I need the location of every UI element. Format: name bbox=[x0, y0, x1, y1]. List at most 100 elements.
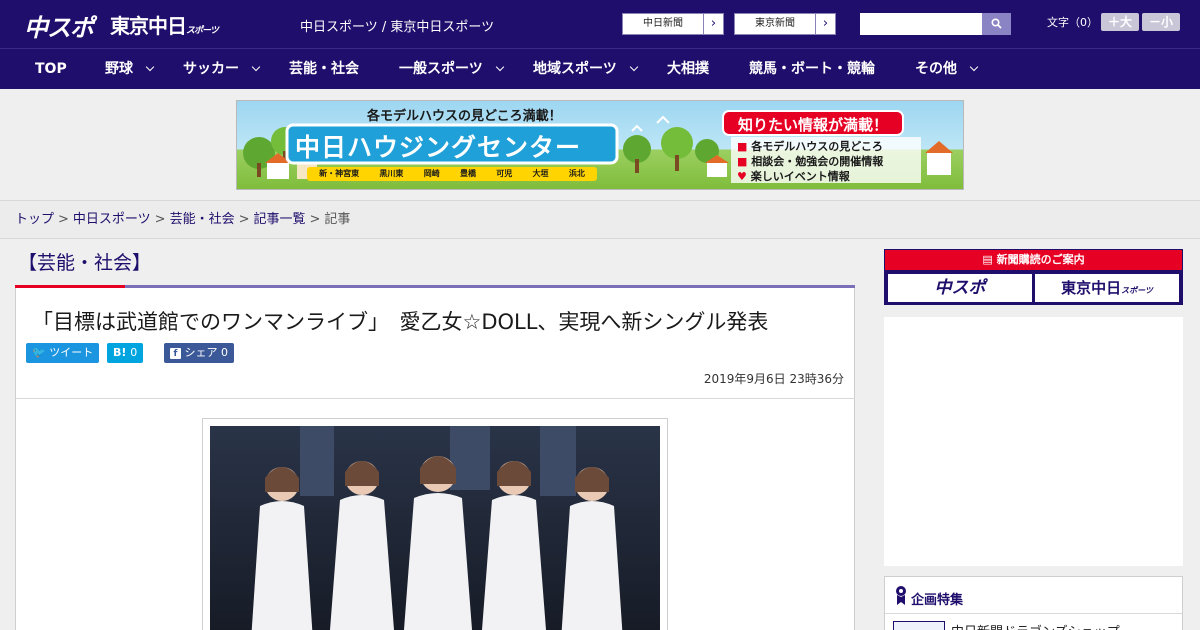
nav-item-sumo[interactable]: 大相撲 bbox=[667, 49, 709, 89]
ad-location: 新・神宮東 bbox=[319, 169, 360, 178]
breadcrumb-current: 記事 bbox=[324, 212, 351, 227]
breadcrumb-separator: > bbox=[238, 212, 250, 227]
category-heading: 【芸能・社会】 bbox=[18, 252, 152, 274]
article-photo-frame bbox=[202, 418, 668, 630]
ad-main-text: 中日ハウジングセンター bbox=[295, 133, 582, 162]
tokyo-chunichi-logo[interactable]: 東京中日スポーツ bbox=[110, 10, 219, 39]
main-nav: TOP 野球 サッカー 芸能・社会 一般スポーツ 地域スポーツ 大相撲 競馬・ボ… bbox=[0, 48, 1200, 89]
ad-bullet: ♥ 楽しいイベント情報 bbox=[737, 169, 883, 184]
subscribe-tokyo-chunichi-button[interactable]: 東京中日スポーツ bbox=[1035, 274, 1179, 302]
nav-item-local-sports[interactable]: 地域スポーツ bbox=[533, 49, 638, 89]
subscribe-tokyo-sub: スポーツ bbox=[1121, 286, 1153, 295]
tokyo-shimbun-link[interactable]: 東京新聞 › bbox=[734, 13, 836, 35]
ad-location: 浜北 bbox=[568, 169, 585, 178]
chevron-down-icon bbox=[495, 62, 504, 72]
facebook-icon: f bbox=[170, 348, 181, 359]
subscribe-chuspo-label: 中スポ bbox=[934, 278, 986, 298]
sidebar-ad-slot[interactable] bbox=[884, 317, 1183, 566]
chuspo-logo[interactable]: 中スポ bbox=[24, 8, 94, 43]
ad-location: 可児 bbox=[496, 169, 513, 178]
chevron-down-icon bbox=[251, 62, 261, 72]
nav-item-label: 野球 bbox=[105, 61, 133, 77]
article-photo[interactable] bbox=[210, 426, 660, 630]
chevron-right-icon: › bbox=[815, 14, 835, 34]
nav-item-entertainment[interactable]: 芸能・社会 bbox=[289, 49, 359, 89]
tokyo-shimbun-label: 東京新聞 bbox=[755, 18, 795, 29]
ad-callout: 知りたい情報が満載！ bbox=[737, 116, 888, 134]
chunichi-shimbun-label: 中日新聞 bbox=[643, 18, 683, 29]
search-icon bbox=[991, 18, 1002, 29]
tweet-label: ツイート bbox=[49, 346, 94, 359]
tokyo-chunichi-logo-sub: スポーツ bbox=[186, 26, 219, 36]
nav-item-label: その他 bbox=[915, 61, 957, 77]
hatena-icon: B! bbox=[113, 346, 127, 359]
breadcrumb-separator: > bbox=[309, 212, 321, 227]
facebook-count: 0 bbox=[221, 346, 228, 359]
subscription-box: ▤ 新聞購読のご案内 中スポ 東京中日スポーツ bbox=[884, 249, 1183, 305]
idol-group-photo bbox=[210, 426, 660, 630]
chevron-down-icon bbox=[969, 62, 979, 72]
tweet-button[interactable]: 🐦 ツイート bbox=[26, 343, 100, 363]
article-headline: 「目標は武道館でのワンマンライブ」 愛乙女☆DOLL、実現へ新シングル発表 bbox=[32, 310, 769, 334]
subscription-header: ▤ 新聞購読のご案内 bbox=[885, 250, 1182, 270]
ad-bullet-text: 各モデルハウスの見どころ bbox=[751, 140, 883, 153]
ad-location: 大垣 bbox=[532, 169, 549, 178]
nav-item-soccer[interactable]: サッカー bbox=[183, 49, 261, 89]
nav-item-other[interactable]: その他 bbox=[915, 49, 979, 89]
site-header: 中スポ 東京中日スポーツ 中日スポーツ / 東京中日スポーツ 中日新聞 › 東京… bbox=[0, 0, 1200, 48]
ad-location: 黒川東 bbox=[379, 169, 404, 178]
ad-bullet-text: 相談会・勉強会の開催情報 bbox=[751, 155, 884, 168]
special-feature-box: 企画特集 中日新聞ドラゴンズショップ bbox=[884, 576, 1183, 630]
nav-item-top[interactable]: TOP bbox=[35, 49, 67, 89]
facebook-share-label: シェア bbox=[184, 346, 218, 359]
nav-item-baseball[interactable]: 野球 bbox=[105, 49, 155, 89]
breadcrumb-separator: > bbox=[154, 212, 166, 227]
hatena-bookmark-button[interactable]: B! 0 bbox=[107, 343, 144, 363]
nav-item-label: TOP bbox=[35, 61, 67, 77]
subscribe-tokyo-label: 東京中日 bbox=[1061, 279, 1122, 297]
font-larger-button[interactable]: ＋大 bbox=[1101, 13, 1139, 31]
search-button[interactable] bbox=[982, 13, 1011, 35]
chunichi-shimbun-link[interactable]: 中日新聞 › bbox=[622, 13, 724, 35]
chevron-right-icon: › bbox=[703, 14, 723, 34]
breadcrumb: トップ > 中日スポーツ > 芸能・社会 > 記事一覧 > 記事 bbox=[0, 200, 1200, 239]
nav-item-general-sports[interactable]: 一般スポーツ bbox=[399, 49, 504, 89]
nav-item-label: サッカー bbox=[183, 61, 239, 77]
heart-icon: ♥ bbox=[737, 170, 747, 183]
nav-item-label: 地域スポーツ bbox=[533, 61, 617, 77]
ribbon-icon bbox=[896, 586, 906, 605]
ad-bullet: ■ 相談会・勉強会の開催情報 bbox=[737, 154, 883, 169]
facebook-share-button[interactable]: f シェア 0 bbox=[164, 343, 234, 363]
ad-top-text: 各モデルハウスの見どころ満載！ bbox=[367, 109, 562, 124]
house-icon: ■ bbox=[737, 140, 748, 153]
ad-area: 各モデルハウスの見どころ満載！ 中日ハウジングセンター 新・神宮東 黒川東 岡崎… bbox=[0, 90, 1200, 200]
breadcrumb-chunichi-sports[interactable]: 中日スポーツ bbox=[73, 212, 151, 227]
tokyo-chunichi-logo-text: 東京中日 bbox=[110, 14, 187, 38]
breadcrumb-article-list[interactable]: 記事一覧 bbox=[254, 212, 306, 227]
newspaper-icon: ▤ bbox=[982, 253, 993, 266]
breadcrumb-top[interactable]: トップ bbox=[15, 212, 54, 227]
nav-item-label: 大相撲 bbox=[667, 61, 709, 77]
article-divider bbox=[16, 398, 854, 399]
ad-bullet: ■ 各モデルハウスの見どころ bbox=[737, 139, 883, 154]
font-size-label: 文字（0） bbox=[1047, 16, 1098, 29]
nav-item-label: 一般スポーツ bbox=[399, 61, 483, 77]
chevron-down-icon bbox=[145, 62, 155, 72]
special-feature-divider bbox=[885, 613, 1182, 614]
nav-item-label: 芸能・社会 bbox=[289, 61, 359, 77]
chevron-down-icon bbox=[629, 62, 638, 72]
dragons-shop-link[interactable]: 中日新聞ドラゴンズショップ bbox=[951, 621, 1120, 630]
ad-bullets: ■ 各モデルハウスの見どころ ■ 相談会・勉強会の開催情報 ♥ 楽しいイベント情… bbox=[737, 139, 883, 184]
breadcrumb-entertainment[interactable]: 芸能・社会 bbox=[170, 212, 235, 227]
nav-item-keiba[interactable]: 競馬・ボート・競輪 bbox=[749, 49, 875, 89]
twitter-icon: 🐦 bbox=[32, 346, 46, 359]
ad-location: 豊橋 bbox=[459, 169, 476, 178]
housing-center-ad[interactable]: 各モデルハウスの見どころ満載！ 中日ハウジングセンター 新・神宮東 黒川東 岡崎… bbox=[236, 100, 964, 190]
font-smaller-button[interactable]: －小 bbox=[1142, 13, 1180, 31]
site-tagline: 中日スポーツ / 東京中日スポーツ bbox=[300, 20, 495, 35]
dragons-shop-thumbnail[interactable] bbox=[893, 621, 945, 630]
special-feature-title: 企画特集 bbox=[911, 593, 964, 608]
people-icon: ■ bbox=[737, 155, 748, 168]
subscribe-chuspo-button[interactable]: 中スポ bbox=[888, 274, 1032, 302]
search-input[interactable] bbox=[860, 13, 984, 35]
